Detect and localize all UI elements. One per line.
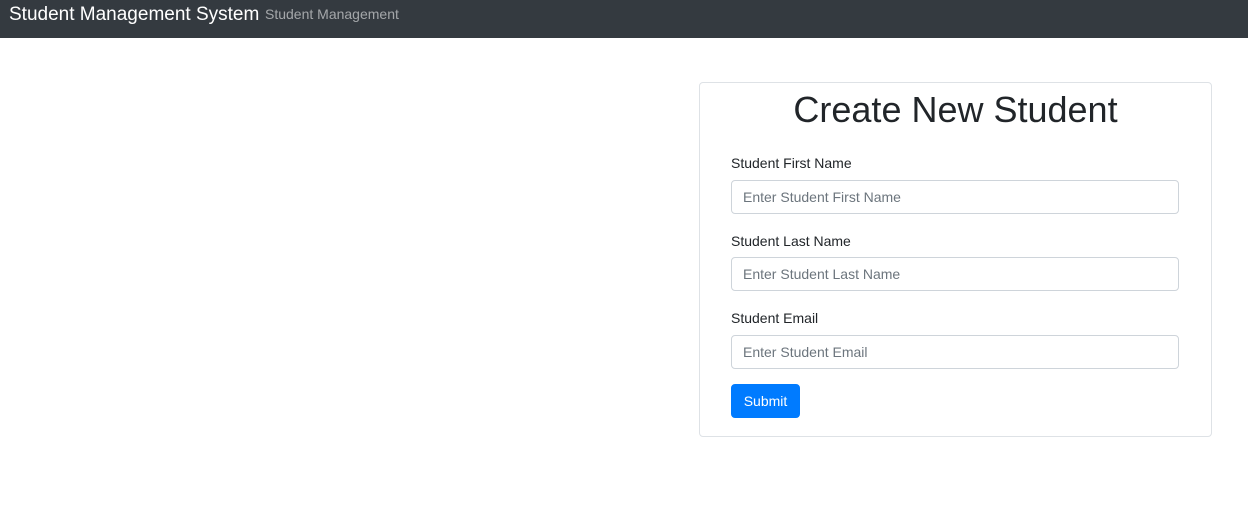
- first-name-label: Student First Name: [731, 155, 852, 171]
- last-name-label: Student Last Name: [731, 233, 851, 249]
- last-name-input[interactable]: [731, 257, 1179, 291]
- email-label: Student Email: [731, 310, 819, 326]
- page-title: Create New Student: [793, 89, 1118, 130]
- email-input[interactable]: [731, 335, 1179, 369]
- nav-link-student-management[interactable]: Student Management: [265, 6, 399, 22]
- top-navbar: Student Management System Student Manage…: [0, 0, 1248, 38]
- first-name-input[interactable]: [731, 180, 1179, 214]
- submit-button[interactable]: Submit: [731, 384, 800, 418]
- navbar-brand[interactable]: Student Management System: [9, 4, 259, 26]
- create-student-card: Create New Student Student First Name St…: [699, 82, 1212, 437]
